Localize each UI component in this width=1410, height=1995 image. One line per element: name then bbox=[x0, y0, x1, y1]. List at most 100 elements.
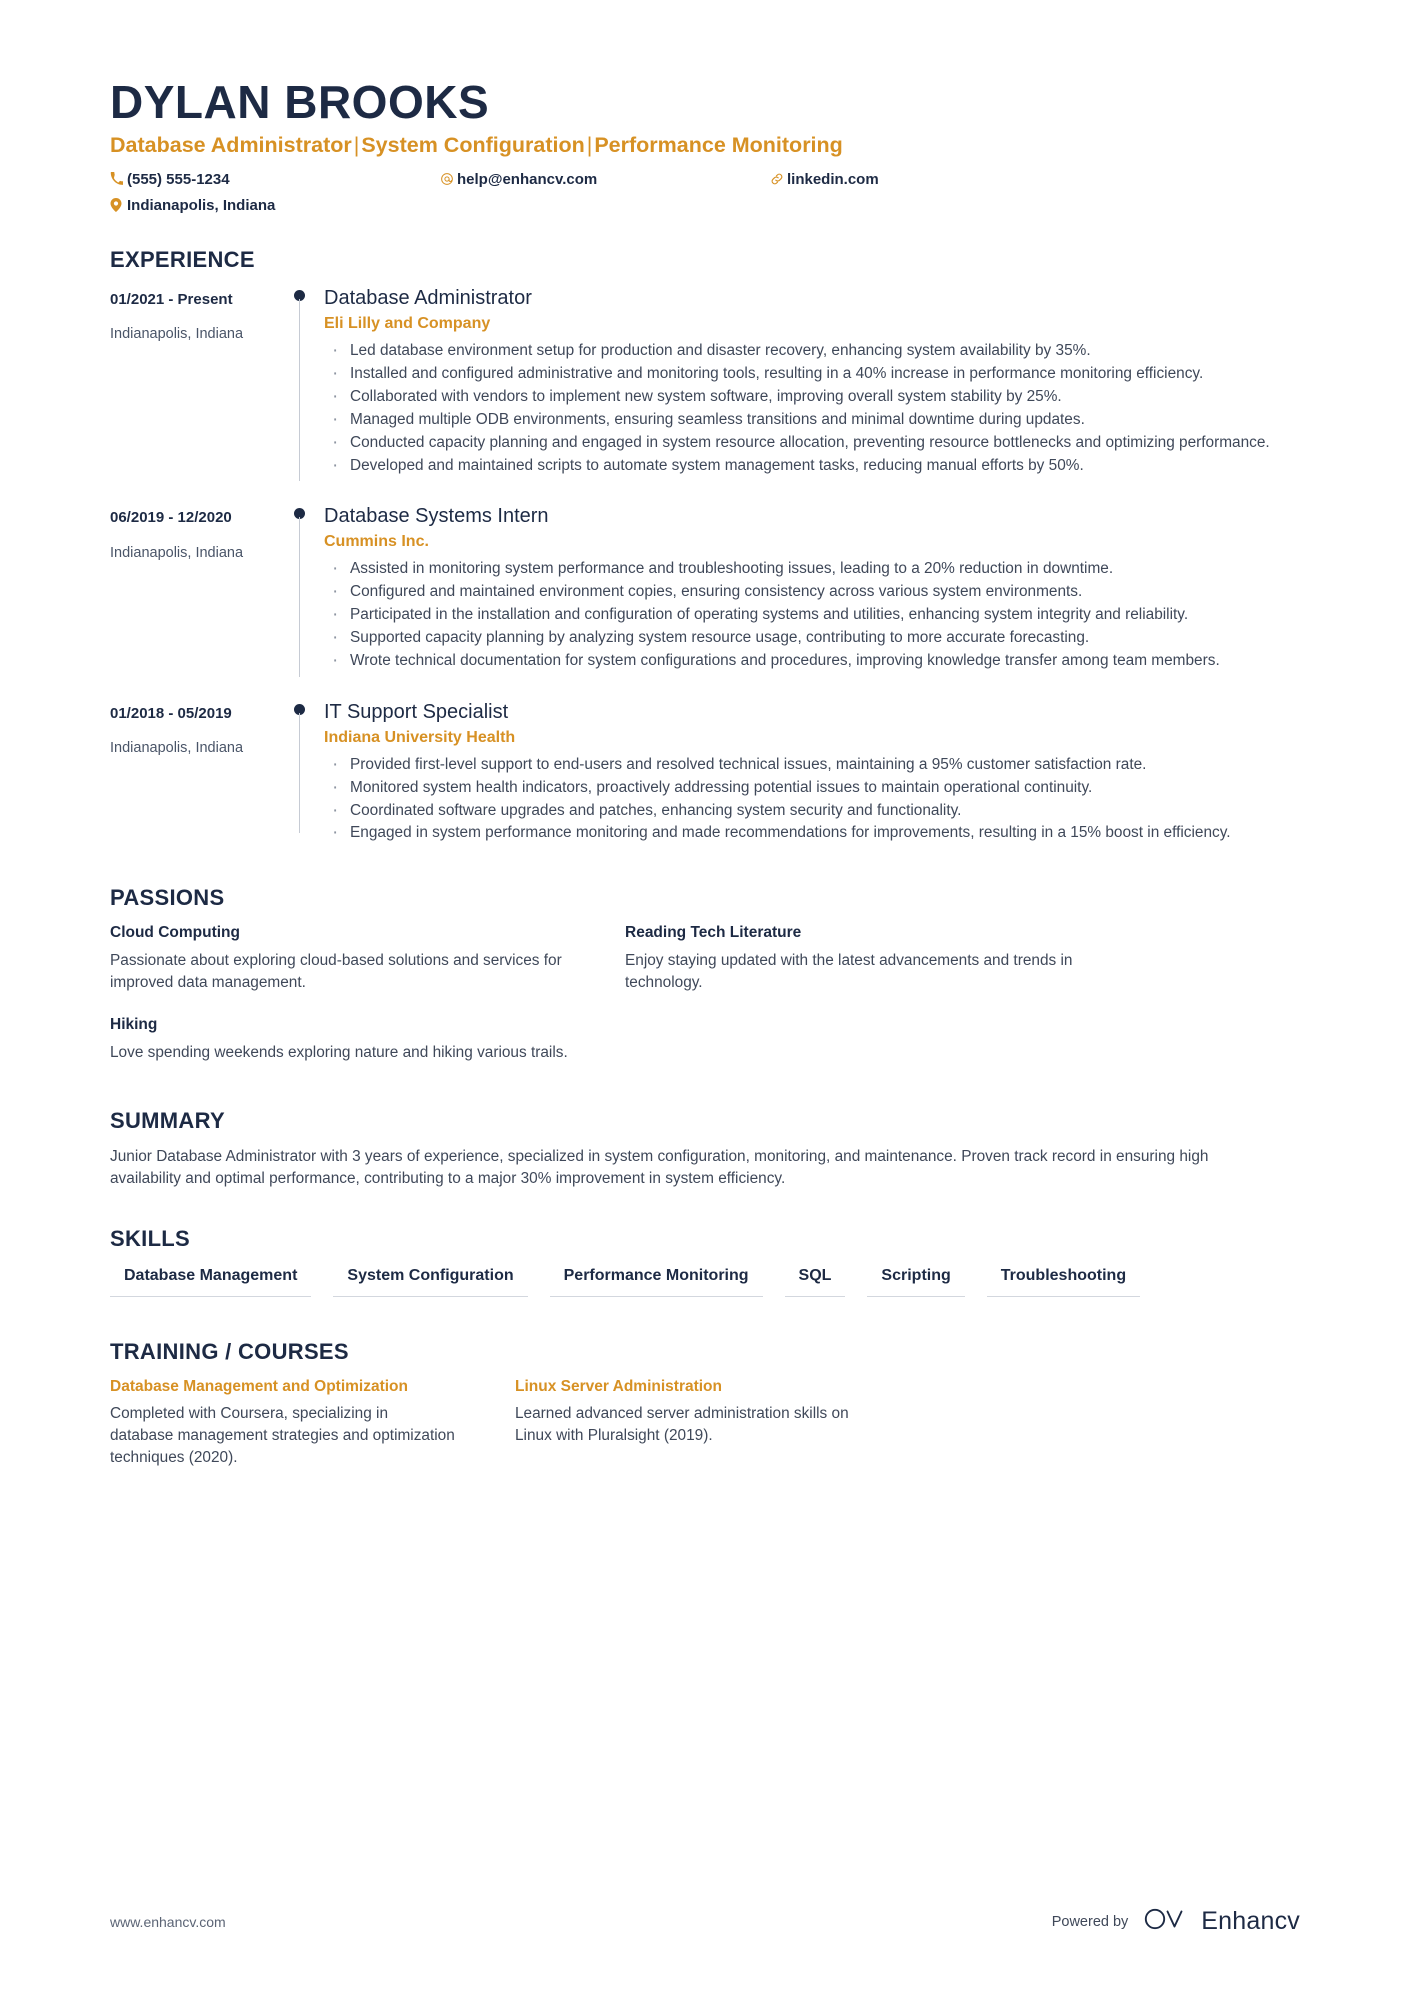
section-title-experience: EXPERIENCE bbox=[110, 247, 255, 273]
passions-column-left: Cloud Computing Passionate about explori… bbox=[110, 923, 595, 1085]
skills-list: Database Management System Configuration… bbox=[110, 1264, 1300, 1298]
experience-location: Indianapolis, Indiana bbox=[110, 544, 244, 561]
experience-date: 01/2021 - Present bbox=[110, 291, 233, 309]
experience-bullet: Supported capacity planning by analyzing… bbox=[324, 625, 1294, 652]
experience-bullet: Participated in the installation and con… bbox=[324, 602, 1294, 629]
section-passions: PASSIONS Cloud Computing Passionate abou… bbox=[110, 885, 1300, 1085]
contact-location-value: Indianapolis, Indiana bbox=[127, 196, 276, 214]
experience-bullet: Engaged in system performance monitoring… bbox=[324, 820, 1294, 847]
experience-bullet: Coordinated software upgrades and patche… bbox=[324, 798, 1294, 825]
contact-linkedin[interactable]: linkedin.com bbox=[770, 169, 1070, 192]
candidate-headline: Database Administrator|System Configurat… bbox=[110, 132, 1300, 159]
experience-location: Indianapolis, Indiana bbox=[110, 326, 244, 343]
headline-part-3: Performance Monitoring bbox=[594, 133, 843, 158]
experience-bullet: Assisted in monitoring system performanc… bbox=[324, 556, 1294, 583]
skill-chip: Database Management bbox=[110, 1264, 312, 1298]
contact-email-value: help@enhancv.com bbox=[457, 171, 598, 189]
experience-company: Eli Lilly and Company bbox=[324, 315, 491, 333]
experience-role: Database Systems Intern bbox=[324, 505, 549, 528]
location-pin-icon bbox=[110, 195, 127, 212]
contact-linkedin-value: linkedin.com bbox=[787, 171, 879, 189]
section-title-training: TRAINING / COURSES bbox=[110, 1339, 349, 1365]
timeline-line bbox=[299, 299, 301, 482]
experience-entry: 06/2019 - 12/2020 Indianapolis, Indiana … bbox=[110, 503, 1300, 677]
passion-item: Reading Tech Literature Enjoy staying up… bbox=[625, 923, 1110, 993]
training-grid: Database Management and Optimization Com… bbox=[110, 1377, 1300, 1469]
experience-meta: 01/2018 - 05/2019 Indianapolis, Indiana bbox=[110, 699, 278, 846]
experience-bullet: Installed and configured administrative … bbox=[324, 361, 1294, 388]
passion-title: Reading Tech Literature bbox=[625, 924, 802, 942]
powered-by-label: Powered by bbox=[1051, 1913, 1129, 1930]
experience-entry: 01/2018 - 05/2019 Indianapolis, Indiana … bbox=[110, 699, 1300, 847]
enhancv-mark-icon bbox=[1144, 1906, 1190, 1937]
passions-grid: Cloud Computing Passionate about explori… bbox=[110, 923, 1300, 1085]
headline-part-1: Database Administrator bbox=[110, 133, 352, 158]
experience-bullet: Led database environment setup for produ… bbox=[324, 338, 1294, 365]
link-icon bbox=[770, 169, 787, 186]
experience-body: IT Support Specialist Indiana University… bbox=[324, 699, 1300, 847]
experience-bullets: Assisted in monitoring system performanc… bbox=[324, 556, 1294, 675]
training-item: Linux Server Administration Learned adva… bbox=[515, 1377, 860, 1469]
contact-location: Indianapolis, Indiana bbox=[110, 195, 440, 218]
contact-phone[interactable]: (555) 555-1234 bbox=[110, 169, 440, 192]
resume-page: DYLAN BROOKS Database Administrator|Syst… bbox=[0, 0, 1410, 1995]
training-text: Completed with Coursera, specializing in… bbox=[110, 1404, 455, 1467]
passion-item: Hiking Love spending weekends exploring … bbox=[110, 1015, 595, 1063]
summary-text: Junior Database Administrator with 3 yea… bbox=[110, 1147, 1209, 1187]
footer-url[interactable]: www.enhancv.com bbox=[110, 1914, 226, 1930]
training-text: Learned advanced server administration s… bbox=[515, 1404, 849, 1444]
contact-email[interactable]: help@enhancv.com bbox=[440, 169, 770, 192]
experience-bullet: Monitored system health indicators, proa… bbox=[324, 775, 1294, 802]
page-footer: www.enhancv.com Powered by Enhancv bbox=[110, 1906, 1300, 1937]
candidate-name: DYLAN BROOKS bbox=[110, 76, 490, 128]
headline-part-2: System Configuration bbox=[361, 133, 585, 158]
passion-text: Enjoy staying updated with the latest ad… bbox=[625, 951, 1073, 991]
contact-row-primary: (555) 555-1234 help@enhancv.com linkedin… bbox=[110, 169, 1300, 192]
experience-bullet: Managed multiple ODB environments, ensur… bbox=[324, 407, 1294, 434]
experience-role: Database Administrator bbox=[324, 287, 532, 310]
headline-separator: | bbox=[353, 133, 360, 158]
experience-date: 01/2018 - 05/2019 bbox=[110, 704, 232, 722]
experience-role: IT Support Specialist bbox=[324, 700, 509, 723]
experience-meta: 06/2019 - 12/2020 Indianapolis, Indiana bbox=[110, 503, 278, 672]
section-training: TRAINING / COURSES Database Management a… bbox=[110, 1339, 1300, 1469]
skill-chip: Scripting bbox=[867, 1264, 965, 1298]
experience-body: Database Administrator Eli Lilly and Com… bbox=[324, 285, 1300, 480]
section-title-summary: SUMMARY bbox=[110, 1107, 225, 1133]
timeline-rail bbox=[278, 285, 324, 482]
enhancv-wordmark: Enhancv bbox=[1201, 1907, 1300, 1935]
experience-bullets: Provided first-level support to end-user… bbox=[324, 752, 1294, 847]
passions-column-right: Reading Tech Literature Enjoy staying up… bbox=[625, 923, 1110, 1085]
experience-bullet: Conducted capacity planning and engaged … bbox=[324, 430, 1294, 457]
skill-chip: Troubleshooting bbox=[986, 1264, 1141, 1298]
experience-bullet: Wrote technical documentation for system… bbox=[324, 648, 1294, 675]
section-summary: SUMMARY Junior Database Administrator wi… bbox=[110, 1108, 1300, 1191]
experience-meta: 01/2021 - Present Indianapolis, Indiana bbox=[110, 285, 278, 477]
experience-body: Database Systems Intern Cummins Inc. Ass… bbox=[324, 503, 1300, 675]
passion-text: Passionate about exploring cloud-based s… bbox=[110, 951, 562, 991]
section-experience: EXPERIENCE 01/2021 - Present Indianapoli… bbox=[110, 247, 1300, 847]
section-title-passions: PASSIONS bbox=[110, 885, 225, 911]
timeline-rail bbox=[278, 699, 324, 846]
headline-separator: | bbox=[586, 133, 593, 158]
experience-company: Cummins Inc. bbox=[324, 533, 429, 551]
experience-bullet: Provided first-level support to end-user… bbox=[324, 752, 1294, 779]
experience-bullet: Developed and maintained scripts to auto… bbox=[324, 453, 1294, 480]
experience-date: 06/2019 - 12/2020 bbox=[110, 509, 232, 527]
resume-header: DYLAN BROOKS Database Administrator|Syst… bbox=[110, 78, 1300, 217]
contact-row-secondary: Indianapolis, Indiana bbox=[110, 195, 1300, 218]
timeline-rail bbox=[278, 503, 324, 677]
training-title: Linux Server Administration bbox=[515, 1378, 722, 1396]
section-skills: SKILLS Database Management System Config… bbox=[110, 1226, 1300, 1298]
experience-entry: 01/2021 - Present Indianapolis, Indiana … bbox=[110, 285, 1300, 482]
experience-bullets: Led database environment setup for produ… bbox=[324, 338, 1294, 480]
skill-chip: System Configuration bbox=[333, 1264, 528, 1298]
passion-text: Love spending weekends exploring nature … bbox=[110, 1043, 568, 1061]
footer-branding: Powered by Enhancv bbox=[1052, 1906, 1300, 1937]
experience-company: Indiana University Health bbox=[324, 728, 516, 746]
timeline-line bbox=[299, 517, 301, 677]
skill-chip: SQL bbox=[784, 1264, 846, 1298]
skill-chip: Performance Monitoring bbox=[549, 1264, 763, 1298]
